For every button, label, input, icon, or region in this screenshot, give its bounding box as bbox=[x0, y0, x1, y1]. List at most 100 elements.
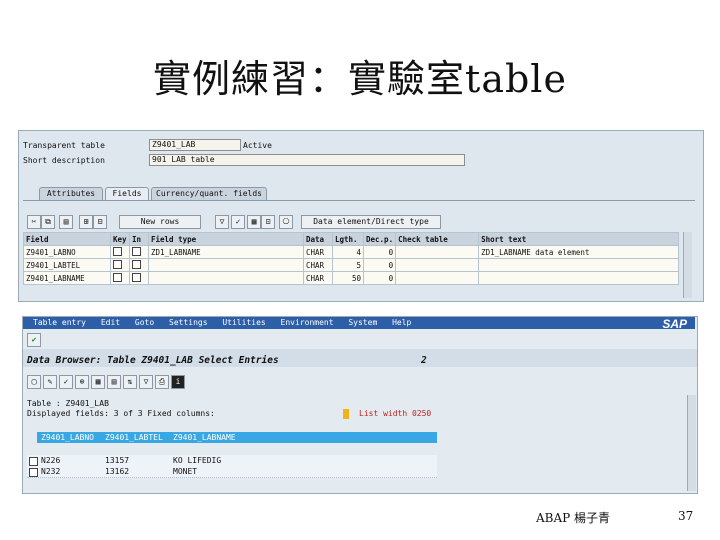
col-check-table[interactable]: Check table bbox=[395, 232, 480, 246]
col-data[interactable]: Data bbox=[303, 232, 333, 246]
menu-settings[interactable]: Settings bbox=[169, 318, 208, 327]
col-length[interactable]: Lgth. bbox=[332, 232, 364, 246]
filter-icon[interactable]: ▽ bbox=[215, 215, 229, 229]
table-row[interactable]: Z9401_LABTEL CHAR 5 0 bbox=[23, 258, 679, 272]
row-checkbox[interactable] bbox=[29, 457, 38, 466]
field-name-cell[interactable]: Z9401_LABNAME bbox=[23, 271, 111, 285]
structure-icon[interactable]: ⎔ bbox=[279, 215, 293, 229]
col-short-text[interactable]: Short text bbox=[478, 232, 679, 246]
labno-cell: N232 bbox=[41, 467, 61, 476]
checkbox-icon bbox=[113, 260, 122, 269]
delete-row-icon[interactable]: ⊟ bbox=[93, 215, 107, 229]
export-icon[interactable]: i bbox=[171, 375, 185, 389]
tab-attributes[interactable]: Attributes bbox=[39, 187, 103, 200]
copy-icon[interactable]: ⧉ bbox=[41, 215, 55, 229]
check-table-cell[interactable] bbox=[395, 245, 480, 259]
col-header-labname[interactable]: Z9401_LABNAME bbox=[173, 432, 236, 443]
grid-icon[interactable]: ▦ bbox=[247, 215, 261, 229]
key-checkbox[interactable] bbox=[110, 245, 130, 259]
filter-icon[interactable]: ▽ bbox=[139, 375, 153, 389]
edit-icon[interactable]: ✎ bbox=[43, 375, 57, 389]
displayed-fields-line: Displayed fields: 3 of 3 Fixed columns: bbox=[27, 409, 215, 418]
check-icon[interactable]: ✓ bbox=[231, 215, 245, 229]
col-field[interactable]: Field bbox=[23, 232, 111, 246]
tab-panel-border bbox=[23, 200, 695, 201]
short-text-cell bbox=[478, 258, 679, 272]
col-key[interactable]: Key bbox=[110, 232, 130, 246]
check-icon[interactable]: ✓ bbox=[59, 375, 73, 389]
sap-logo: SAP bbox=[662, 317, 687, 331]
initial-checkbox[interactable] bbox=[129, 258, 149, 272]
check-table-cell[interactable] bbox=[395, 271, 480, 285]
row-checkbox[interactable] bbox=[29, 468, 38, 477]
enter-check-icon[interactable]: ✔ bbox=[27, 333, 41, 347]
sort-icon[interactable]: ⇅ bbox=[123, 375, 137, 389]
col-header-labtel[interactable]: Z9401_LABTEL bbox=[105, 432, 163, 443]
tab-fields[interactable]: Fields bbox=[105, 187, 149, 200]
list-width-line: List width 0250 bbox=[359, 409, 432, 418]
details-icon[interactable]: ⊕ bbox=[75, 375, 89, 389]
table-name-field[interactable]: Z9401_LAB bbox=[149, 139, 241, 151]
menu-environment[interactable]: Environment bbox=[281, 318, 334, 327]
check-table-cell[interactable] bbox=[395, 258, 480, 272]
col-field-type[interactable]: Field type bbox=[148, 232, 304, 246]
decimal-cell: 0 bbox=[362, 258, 397, 272]
paste-icon[interactable]: ▤ bbox=[59, 215, 73, 229]
menu-goto[interactable]: Goto bbox=[135, 318, 154, 327]
length-cell: 50 bbox=[332, 271, 364, 285]
labname-cell: MONET bbox=[173, 467, 198, 476]
labname-cell: KO LIFEDIG bbox=[173, 456, 222, 465]
vertical-scrollbar[interactable] bbox=[683, 232, 692, 298]
checkbox-icon bbox=[113, 273, 122, 282]
menu-edit[interactable]: Edit bbox=[101, 318, 120, 327]
field-type-cell[interactable] bbox=[148, 271, 304, 285]
dictionary-window: Transparent table Z9401_LAB Active Short… bbox=[18, 130, 704, 302]
field-name-cell[interactable]: Z9401_LABTEL bbox=[23, 258, 111, 272]
short-desc-field[interactable]: 901 LAB table bbox=[149, 154, 465, 166]
field-type-cell[interactable] bbox=[148, 258, 304, 272]
fixed-columns-marker bbox=[343, 409, 349, 419]
deselect-icon[interactable]: ▤ bbox=[107, 375, 121, 389]
checked-icon bbox=[132, 247, 141, 256]
tab-currency-quant-fields[interactable]: Currency/quant. fields bbox=[151, 187, 267, 200]
field-type-cell[interactable]: ZD1_LABNAME bbox=[148, 245, 304, 259]
select-all-icon[interactable]: ▦ bbox=[91, 375, 105, 389]
menu-system[interactable]: System bbox=[348, 318, 377, 327]
data-element-button[interactable]: Data element/Direct type bbox=[301, 215, 441, 229]
table-type-label: Transparent table bbox=[23, 141, 105, 150]
status-text: Active bbox=[243, 141, 272, 150]
vertical-scrollbar[interactable] bbox=[687, 395, 696, 491]
new-entry-icon[interactable]: ▢ bbox=[27, 375, 41, 389]
field-name-cell[interactable]: Z9401_LABNO bbox=[23, 245, 111, 259]
window-title: Data Browser: Table Z9401_LAB Select Ent… bbox=[27, 355, 279, 366]
list-item[interactable]: N232 13162 MONET bbox=[27, 466, 437, 478]
key-checkbox[interactable] bbox=[110, 271, 130, 285]
checkbox-icon bbox=[132, 273, 141, 282]
fields-table: Field Key In Field type Data Lgth. Dec.p… bbox=[23, 232, 679, 285]
key-checkbox[interactable] bbox=[110, 258, 130, 272]
data-type-cell: CHAR bbox=[303, 245, 333, 259]
checkbox-icon bbox=[132, 260, 141, 269]
table-row[interactable]: Z9401_LABNAME CHAR 50 0 bbox=[23, 271, 679, 285]
col-decimal[interactable]: Dec.p. bbox=[362, 232, 397, 246]
print-icon[interactable]: ⎙ bbox=[155, 375, 169, 389]
decimal-cell: 0 bbox=[362, 271, 397, 285]
new-rows-button[interactable]: New rows bbox=[119, 215, 201, 229]
cut-icon[interactable]: ✂ bbox=[27, 215, 41, 229]
page-number: 37 bbox=[678, 509, 694, 523]
initial-checkbox[interactable] bbox=[129, 271, 149, 285]
data-type-cell: CHAR bbox=[303, 271, 333, 285]
col-initial[interactable]: In bbox=[129, 232, 149, 246]
labtel-cell: 13162 bbox=[105, 467, 130, 476]
menu-table-entry[interactable]: Table entry bbox=[33, 318, 86, 327]
header-row: Z9401_LABNO Z9401_LABTEL Z9401_LABNAME bbox=[37, 432, 437, 443]
hierarchy-icon[interactable]: ⊡ bbox=[261, 215, 275, 229]
footer-author: ABAP 楊子青 bbox=[536, 511, 611, 525]
col-header-labno[interactable]: Z9401_LABNO bbox=[41, 432, 94, 443]
table-row[interactable]: Z9401_LABNO ZD1_LABNAME CHAR 4 0 ZD1_LAB… bbox=[23, 245, 679, 259]
labno-cell: N226 bbox=[41, 456, 61, 465]
insert-row-icon[interactable]: ⊞ bbox=[79, 215, 93, 229]
menu-help[interactable]: Help bbox=[392, 318, 411, 327]
menu-utilities[interactable]: Utilities bbox=[222, 318, 265, 327]
initial-checkbox[interactable] bbox=[129, 245, 149, 259]
